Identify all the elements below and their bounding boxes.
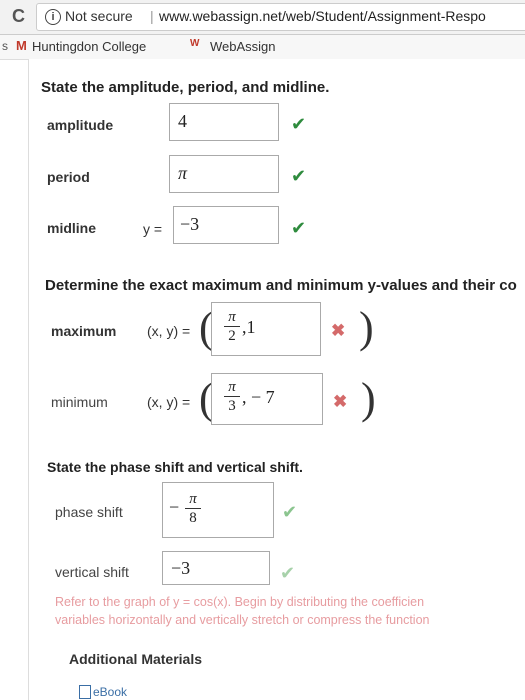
phase-shift-sign: −: [169, 497, 180, 517]
ebook-icon: [79, 685, 91, 699]
midline-input[interactable]: −3: [173, 206, 279, 244]
address-bar[interactable]: i Not secure | www.webassign.net/web/Stu…: [36, 3, 525, 31]
minimum-y-value: , − 7: [242, 387, 275, 407]
vertical-shift-label: vertical shift: [55, 564, 129, 580]
hint-line-1: Refer to the graph of y = cos(x). Begin …: [55, 595, 425, 609]
phase-shift-label: phase shift: [55, 504, 123, 520]
maximum-x-fraction: π 2: [224, 309, 240, 344]
maximum-prefix: (x, y) =: [147, 323, 191, 339]
minimum-x-denominator: 3: [228, 398, 236, 414]
minimum-label: minimum: [51, 394, 108, 410]
midline-value: −3: [180, 214, 200, 234]
not-secure-label: Not secure: [65, 8, 133, 24]
maximum-input[interactable]: π 2 ,1: [211, 302, 321, 356]
midline-correct-check-icon: ✔: [291, 218, 307, 238]
question-amplitude-period-midline: State the amplitude, period, and midline…: [41, 79, 330, 96]
url-text[interactable]: www.webassign.net/web/Student/Assignment…: [159, 8, 486, 24]
maximum-x-numerator: π: [228, 309, 236, 325]
maximum-fraction-bar: [224, 326, 240, 327]
minimum-input[interactable]: π 3 , − 7: [211, 373, 323, 425]
period-correct-check-icon: ✔: [291, 166, 307, 186]
maximum-label: maximum: [51, 323, 117, 339]
question-phase-vertical-shift: State the phase shift and vertical shift…: [47, 459, 303, 475]
phase-shift-numerator: π: [189, 491, 197, 507]
maximum-y-value: ,1: [242, 317, 256, 337]
period-label: period: [47, 169, 90, 185]
phase-shift-fraction-bar: [185, 508, 201, 509]
minimum-prefix: (x, y) =: [147, 394, 191, 410]
phase-shift-fraction: π 8: [185, 491, 201, 526]
maximum-incorrect-x-icon: ✖: [331, 321, 346, 340]
amplitude-input[interactable]: 4: [169, 103, 279, 141]
bookmark-fragment[interactable]: s: [2, 39, 8, 53]
assignment-content: State the amplitude, period, and midline…: [28, 59, 525, 700]
webassign-logo-icon: W: [190, 38, 200, 49]
phase-shift-denominator: 8: [189, 510, 197, 526]
vertical-shift-correct-check-icon: ✔: [280, 563, 296, 583]
additional-materials-heading: Additional Materials: [69, 651, 203, 667]
address-separator: |: [150, 8, 154, 24]
bookmark-webassign[interactable]: WebAssign: [210, 39, 276, 54]
minimum-x-numerator: π: [228, 379, 236, 395]
amplitude-value: 4: [178, 111, 187, 131]
minimum-close-paren: ): [361, 374, 376, 423]
vertical-shift-value: −3: [171, 558, 191, 578]
bookmark-huntingdon-college[interactable]: Huntingdon College: [32, 39, 146, 54]
minimum-incorrect-x-icon: ✖: [333, 392, 348, 411]
maximum-x-denominator: 2: [228, 328, 236, 344]
phase-shift-input[interactable]: − π 8: [162, 482, 274, 538]
huntingdon-logo-icon: M: [16, 38, 27, 53]
phase-shift-correct-check-icon: ✔: [282, 502, 298, 522]
bookmarks-bar: s M Huntingdon College W WebAssign: [0, 35, 525, 60]
midline-prefix: y =: [143, 221, 163, 237]
period-value: π: [178, 163, 188, 183]
browser-toolbar: C i Not secure | www.webassign.net/web/S…: [0, 0, 525, 35]
amplitude-label: amplitude: [47, 117, 114, 133]
maximum-close-paren: ): [359, 303, 374, 352]
ebook-link[interactable]: eBook: [93, 685, 127, 699]
amplitude-correct-check-icon: ✔: [291, 114, 307, 134]
hint-line-2: variables horizontally and vertically st…: [55, 613, 430, 627]
period-input[interactable]: π: [169, 155, 279, 193]
vertical-shift-input[interactable]: −3: [162, 551, 270, 585]
reload-icon[interactable]: C: [12, 6, 25, 27]
question-max-min: Determine the exact maximum and minimum …: [45, 277, 517, 294]
minimum-x-fraction: π 3: [224, 379, 240, 414]
midline-label: midline: [47, 220, 97, 236]
minimum-fraction-bar: [224, 396, 240, 397]
info-icon[interactable]: i: [45, 9, 61, 25]
